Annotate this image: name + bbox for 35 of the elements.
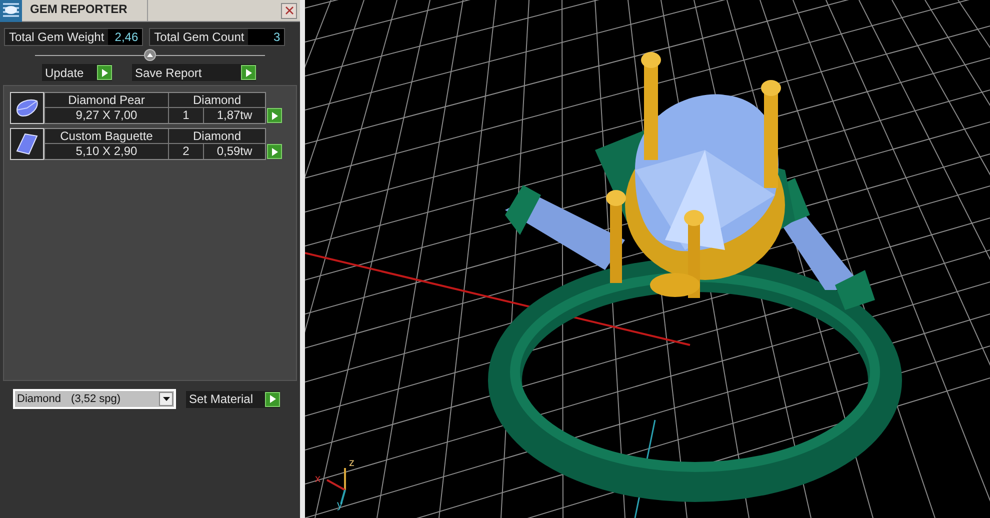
report-app-icon (0, 0, 22, 22)
table-cell-text: 1,87tw (216, 108, 254, 123)
stat-label: Total Gem Count (153, 29, 246, 46)
play-icon (267, 108, 282, 123)
table-cell: 9,27 X 7,00 (45, 108, 169, 123)
material-dropdown[interactable]: Diamond (3,52 spg) (13, 389, 176, 409)
table-cell-text: Diamond (192, 129, 242, 143)
play-icon (97, 65, 112, 80)
baguette-gem-icon (15, 132, 39, 156)
action-button[interactable]: Save Report (132, 64, 256, 81)
table-cell: 5,10 X 2,90 (45, 144, 169, 159)
z-axis-label: z (349, 458, 354, 469)
dropdown-caret-icon (162, 397, 170, 401)
table-cell: Diamond Pear (45, 93, 169, 107)
stat-value: 3 (248, 29, 284, 45)
close-button[interactable] (281, 2, 297, 18)
table-cell-text: Diamond (192, 93, 242, 107)
close-icon (284, 6, 294, 15)
stat-label: Total Gem Weight (8, 29, 106, 46)
collapse-handle[interactable] (144, 49, 156, 61)
play-icon (241, 65, 256, 80)
set-material-button[interactable]: Set Material (186, 390, 280, 408)
stat-value: 2,46 (108, 29, 142, 45)
table-cell: 1 (169, 108, 204, 123)
table-cell: 2 (169, 144, 204, 159)
pear-gem-icon (15, 98, 39, 118)
caret-up-icon (147, 53, 153, 57)
gem-action-button[interactable] (267, 108, 282, 123)
play-icon (267, 144, 282, 159)
window-title: GEM REPORTER (30, 0, 148, 21)
table-cell: Custom Baguette (45, 129, 169, 143)
gem-action-button[interactable] (267, 144, 282, 159)
table-cell-text: 0,59tw (216, 144, 254, 159)
action-button[interactable]: Update (42, 64, 112, 81)
play-icon (265, 392, 280, 406)
